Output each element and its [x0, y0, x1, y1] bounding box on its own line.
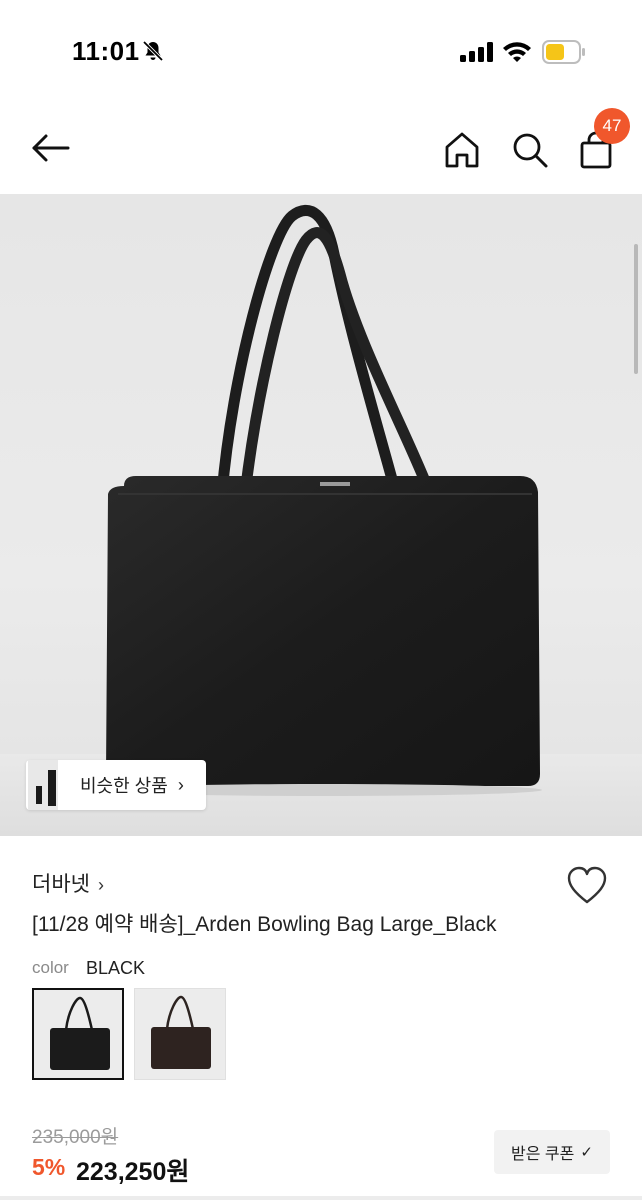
brand-name: 더바넷	[32, 873, 90, 896]
similar-thumbnail	[28, 760, 58, 810]
discount-rate: 5%	[32, 1154, 66, 1180]
color-option-label: color	[32, 958, 69, 977]
top-navigation	[0, 110, 642, 190]
color-swatch-black[interactable]	[32, 988, 124, 1080]
search-icon[interactable]	[508, 128, 552, 172]
home-icon[interactable]	[440, 128, 484, 172]
status-time: 11:01	[72, 36, 140, 66]
similar-products-label: 비슷한 상품	[80, 776, 168, 796]
arrow-left-icon[interactable]	[28, 128, 74, 168]
check-icon: ✓	[580, 1144, 593, 1161]
battery-icon	[542, 40, 585, 64]
signal-icon	[460, 42, 493, 62]
color-swatch-brown[interactable]	[134, 988, 226, 1080]
product-title: [11/28 예약 배송]_Arden Bowling Bag Large_Bl…	[32, 913, 497, 936]
product-image[interactable]	[0, 194, 642, 836]
section-divider	[0, 1196, 642, 1200]
chevron-right-icon: ›	[177, 774, 184, 795]
received-coupon-button[interactable]: 받은 쿠폰 ✓	[494, 1130, 610, 1174]
bell-slash-icon	[142, 40, 164, 62]
color-option-value: BLACK	[86, 958, 146, 978]
heart-icon[interactable]	[566, 866, 608, 906]
cart-count-badge: 47	[594, 108, 630, 144]
sale-price: 223,250원	[76, 1158, 190, 1186]
similar-products-button[interactable]: 비슷한 상품 ›	[26, 760, 206, 810]
chevron-right-icon: ›	[97, 875, 104, 895]
brand-link[interactable]: 더바넷 ›	[32, 868, 104, 898]
status-bar: 11:01	[0, 0, 642, 100]
bowling-bag-illustration	[0, 204, 642, 836]
coupon-label: 받은 쿠폰	[511, 1146, 575, 1163]
wifi-icon	[503, 42, 531, 62]
original-price: 235,000원	[32, 1127, 119, 1148]
image-scroll-indicator	[634, 244, 638, 374]
